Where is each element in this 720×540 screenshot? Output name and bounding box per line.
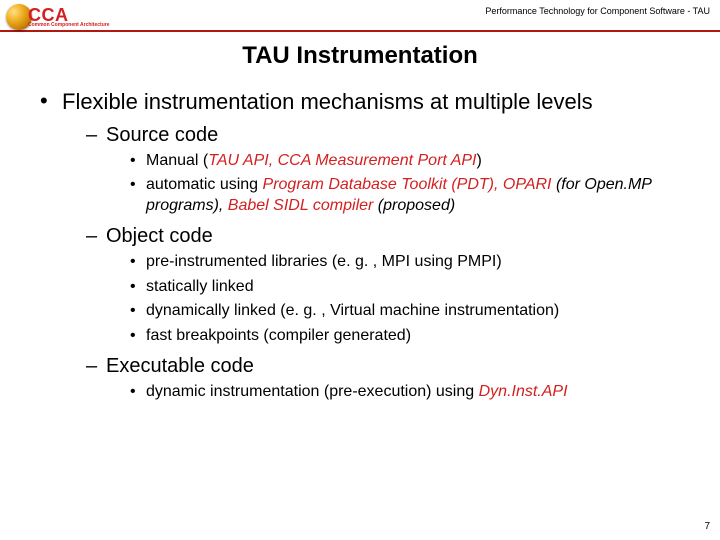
text-italic: Dyn.Inst.API	[479, 383, 568, 400]
bullet-text: fast breakpoints (compiler generated)	[146, 326, 411, 347]
bullet-icon: •	[130, 175, 146, 217]
bullet-level3: • automatic using Program Database Toolk…	[130, 175, 690, 217]
dash-icon: –	[86, 355, 106, 378]
logo-title: CCA	[28, 6, 109, 24]
bullet-text: Source code	[106, 124, 218, 147]
logo: CCA Common Component Architecture	[6, 4, 109, 30]
bullet-icon: •	[130, 252, 146, 273]
bullet-icon: •	[130, 151, 146, 172]
bullet-icon: •	[130, 382, 146, 403]
bullet-text: dynamically linked (e. g. , Virtual mach…	[146, 301, 559, 322]
bullet-text: dynamic instrumentation (pre-execution) …	[146, 382, 568, 403]
bullet-level3: • dynamically linked (e. g. , Virtual ma…	[130, 301, 690, 322]
text-italic: Program Database Toolkit (PDT), OPARI	[263, 176, 552, 193]
dash-icon: –	[86, 124, 106, 147]
bullet-level1: • Flexible instrumentation mechanisms at…	[40, 88, 690, 116]
bullet-icon: •	[40, 88, 62, 116]
text-run: automatic using	[146, 176, 263, 193]
text-run: )	[476, 152, 481, 169]
bullet-level3: • statically linked	[130, 277, 690, 298]
slide: CCA Common Component Architecture Perfor…	[0, 0, 720, 540]
bullet-text: Flexible instrumentation mechanisms at m…	[62, 88, 690, 116]
bullet-text: automatic using Program Database Toolkit…	[146, 175, 690, 217]
bullet-level3: • fast breakpoints (compiler generated)	[130, 326, 690, 347]
bullet-text: Object code	[106, 225, 213, 248]
text-run: dynamic instrumentation (pre-execution) …	[146, 383, 479, 400]
text-italic: (proposed)	[373, 197, 455, 214]
bullet-icon: •	[130, 301, 146, 322]
bullet-level3: • Manual (TAU API, CCA Measurement Port …	[130, 151, 690, 172]
page-number: 7	[704, 521, 710, 532]
header-right-text: Performance Technology for Component Sof…	[485, 6, 710, 16]
header-rule	[0, 30, 720, 32]
text-run: Manual (	[146, 152, 208, 169]
text-italic: Babel SIDL compiler	[228, 197, 374, 214]
bullet-level2: – Object code	[86, 225, 690, 248]
bullet-text: Executable code	[106, 355, 254, 378]
content-area: • Flexible instrumentation mechanisms at…	[0, 70, 720, 403]
bullet-level3: • dynamic instrumentation (pre-execution…	[130, 382, 690, 403]
page-title: TAU Instrumentation	[0, 42, 720, 70]
text-italic: TAU API, CCA Measurement Port API	[208, 152, 476, 169]
bullet-icon: •	[130, 326, 146, 347]
bullet-level3: • pre-instrumented libraries (e. g. , MP…	[130, 252, 690, 273]
logo-text-block: CCA Common Component Architecture	[28, 6, 109, 28]
bullet-text: pre-instrumented libraries (e. g. , MPI …	[146, 252, 502, 273]
bullet-level2: – Source code	[86, 124, 690, 147]
bullet-icon: •	[130, 277, 146, 298]
dash-icon: –	[86, 225, 106, 248]
header-bar: CCA Common Component Architecture Perfor…	[0, 0, 720, 30]
bullet-level2: – Executable code	[86, 355, 690, 378]
bullet-text: statically linked	[146, 277, 254, 298]
bullet-text: Manual (TAU API, CCA Measurement Port AP…	[146, 151, 482, 172]
